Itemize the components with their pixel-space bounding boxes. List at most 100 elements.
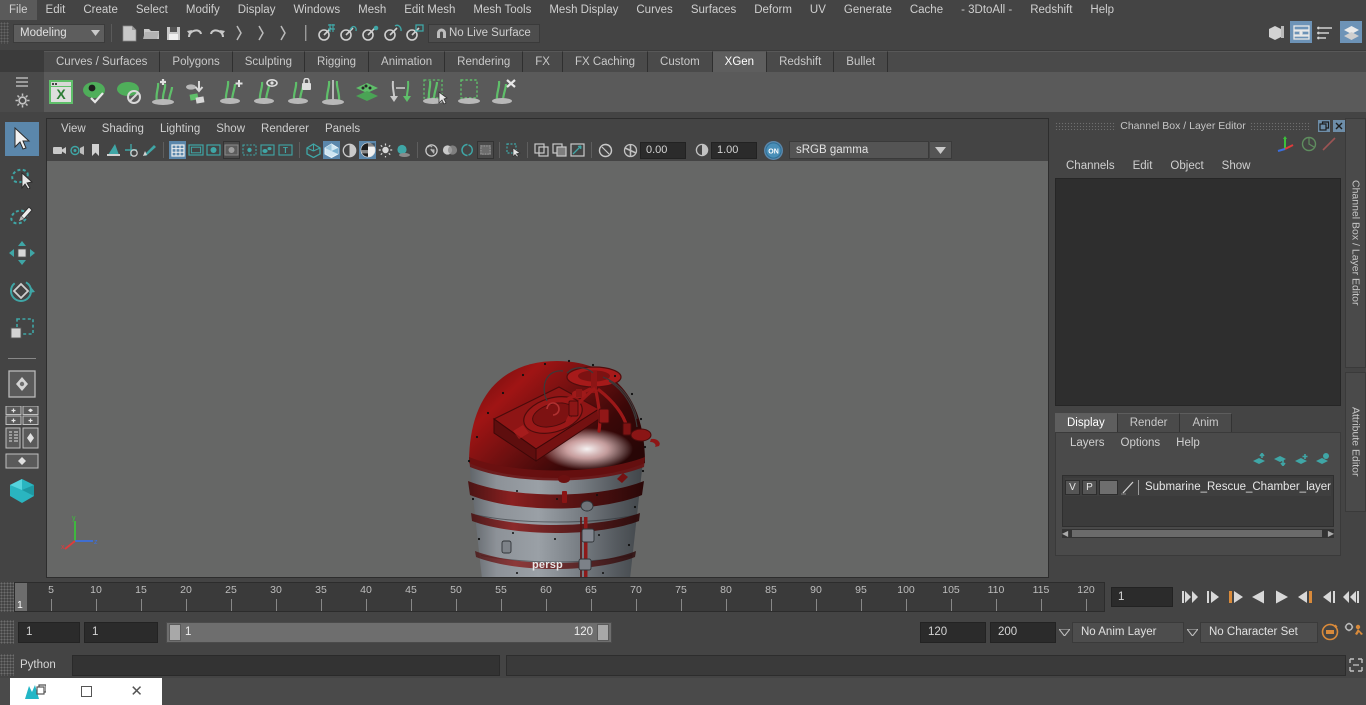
shelf-tab-sculpting[interactable]: Sculpting (232, 51, 306, 72)
viewport-menu-panels[interactable]: Panels (317, 119, 368, 139)
resolution-gate-icon[interactable] (205, 141, 222, 159)
statusline-grip[interactable] (0, 22, 9, 44)
maximize-window-icon[interactable] (61, 678, 112, 705)
play-forwards-icon[interactable] (1271, 585, 1293, 609)
persp-graph-layout-icon[interactable] (5, 474, 39, 508)
menu-item-create[interactable]: Create (74, 0, 127, 20)
scroll-left-arrow-icon[interactable]: ◀ (1062, 529, 1068, 538)
shade-all-icon[interactable] (341, 141, 358, 159)
menu-set-selector[interactable]: Modeling (13, 23, 105, 43)
menu-item-edit-mesh[interactable]: Edit Mesh (395, 0, 464, 20)
shelf-tab-rendering[interactable]: Rendering (445, 51, 524, 72)
xgen-layers-icon[interactable] (350, 75, 384, 109)
shelf-options-area[interactable] (0, 72, 44, 112)
open-scene-icon[interactable] (140, 22, 162, 44)
command-line-grip[interactable] (0, 654, 14, 676)
snap-to-point-icon[interactable] (360, 22, 382, 44)
current-time-indicator[interactable]: 1 (15, 583, 27, 611)
select-by-object-icon[interactable] (250, 22, 272, 44)
go-to-end-icon[interactable] (1340, 585, 1362, 609)
menu-item-mesh[interactable]: Mesh (349, 0, 395, 20)
new-scene-icon[interactable] (118, 22, 140, 44)
layer-row[interactable]: V P Submarine_Rescue_Chamber_layer (1065, 478, 1331, 496)
lasso-select-tool[interactable] (5, 160, 39, 194)
close-window-icon[interactable]: ✕ (111, 678, 162, 705)
xray-icon[interactable] (533, 141, 550, 159)
snap-to-view-plane-icon[interactable] (404, 22, 426, 44)
scrollbar-thumb[interactable] (1072, 530, 1322, 537)
select-by-hierarchy-icon[interactable] (228, 22, 250, 44)
shelf-tab-fx[interactable]: FX (523, 51, 563, 72)
menu-item-deform[interactable]: Deform (745, 0, 801, 20)
xray-joints-icon[interactable] (551, 141, 568, 159)
show-hide-attribute-editor-icon[interactable] (1290, 21, 1312, 43)
layer-list-horizontal-scrollbar[interactable]: ◀ ▶ (1062, 529, 1334, 538)
exposure-icon[interactable] (241, 141, 258, 159)
select-by-component-icon[interactable] (272, 22, 294, 44)
move-tool[interactable] (5, 236, 39, 270)
panel-drag-dots-left[interactable] (1055, 122, 1117, 130)
menu-item-select[interactable]: Select (127, 0, 177, 20)
smooth-shade-all-icon[interactable] (359, 141, 376, 159)
save-scene-icon[interactable] (162, 22, 184, 44)
gamma-adjust-icon[interactable] (693, 141, 710, 159)
select-camera-icon[interactable] (51, 141, 68, 159)
image-plane-icon[interactable] (105, 141, 122, 159)
menu-item-modify[interactable]: Modify (177, 0, 229, 20)
viewport-menu-view[interactable]: View (53, 119, 94, 139)
make-live-field[interactable]: No Live Surface (428, 23, 540, 43)
rotate-tool[interactable] (5, 274, 39, 308)
single-perspective-layout-icon[interactable] (5, 367, 39, 401)
range-start-handle[interactable] (169, 623, 181, 641)
channel-box-menu-channels[interactable]: Channels (1057, 156, 1124, 176)
show-hide-channel-box-icon[interactable] (1340, 21, 1362, 43)
menu-item-redshift[interactable]: Redshift (1021, 0, 1081, 20)
camera-attributes-icon[interactable] (69, 141, 86, 159)
step-forward-keyframe-icon[interactable] (1317, 585, 1339, 609)
character-set-selector[interactable]: No Character Set (1200, 621, 1318, 643)
screen-space-ao-icon[interactable] (423, 141, 440, 159)
hypergraph-persp-layout-icon[interactable] (5, 451, 39, 471)
animation-start-field[interactable]: 1 (18, 621, 80, 643)
channel-box-menu-edit[interactable]: Edit (1124, 156, 1162, 176)
menu-item-mesh-display[interactable]: Mesh Display (540, 0, 627, 20)
viewport-refresh-icon[interactable] (597, 141, 614, 159)
exposure-field[interactable]: 0.00 (640, 141, 686, 159)
menu-item-curves[interactable]: Curves (627, 0, 681, 20)
range-end-handle[interactable] (597, 623, 609, 641)
scroll-right-arrow-icon[interactable]: ▶ (1328, 529, 1334, 538)
command-language-label[interactable]: Python (14, 659, 72, 671)
xray-active-components-icon[interactable] (569, 141, 586, 159)
shelf-tab-custom[interactable]: Custom (648, 51, 713, 72)
auto-key-icon[interactable] (1318, 620, 1342, 644)
layer-playback-toggle[interactable]: P (1081, 479, 1097, 495)
outliner-persp-layout-icon[interactable] (5, 427, 39, 449)
undo-icon[interactable] (184, 22, 206, 44)
channel-box-menu-show[interactable]: Show (1213, 156, 1260, 176)
shelf-tab-xgen[interactable]: XGen (712, 51, 768, 72)
snap-to-curve-icon[interactable] (338, 22, 360, 44)
layer-menu-layers[interactable]: Layers (1062, 433, 1113, 453)
shadows-icon[interactable] (395, 141, 412, 159)
four-view-layout-icon[interactable] (5, 405, 39, 425)
film-origin-icon[interactable] (259, 141, 276, 159)
new-layer-icon[interactable] (1315, 453, 1330, 471)
scale-tool[interactable] (5, 312, 39, 346)
select-tool[interactable] (5, 122, 39, 156)
panel-drag-dots-right[interactable] (1249, 122, 1311, 130)
viewport-menu-renderer[interactable]: Renderer (253, 119, 317, 139)
xgen-add-guide-icon[interactable] (214, 75, 248, 109)
go-to-start-icon[interactable] (1179, 585, 1201, 609)
layer-tab-anim[interactable]: Anim (1180, 413, 1232, 432)
redo-icon[interactable] (206, 22, 228, 44)
xgen-lock-guide-icon[interactable] (282, 75, 316, 109)
xgen-select-guides-icon[interactable] (418, 75, 452, 109)
layer-menu-help[interactable]: Help (1168, 433, 1208, 453)
xgen-transfer-icon[interactable] (384, 75, 418, 109)
step-forward-frame-icon[interactable] (1294, 585, 1316, 609)
menu-item-edit[interactable]: Edit (37, 0, 75, 20)
shelf-tab-rigging[interactable]: Rigging (305, 51, 370, 72)
channel-box-content[interactable] (1055, 178, 1341, 406)
layer-list[interactable]: V P Submarine_Rescue_Chamber_layer (1062, 475, 1334, 527)
range-end-field[interactable]: 120 (920, 621, 986, 643)
